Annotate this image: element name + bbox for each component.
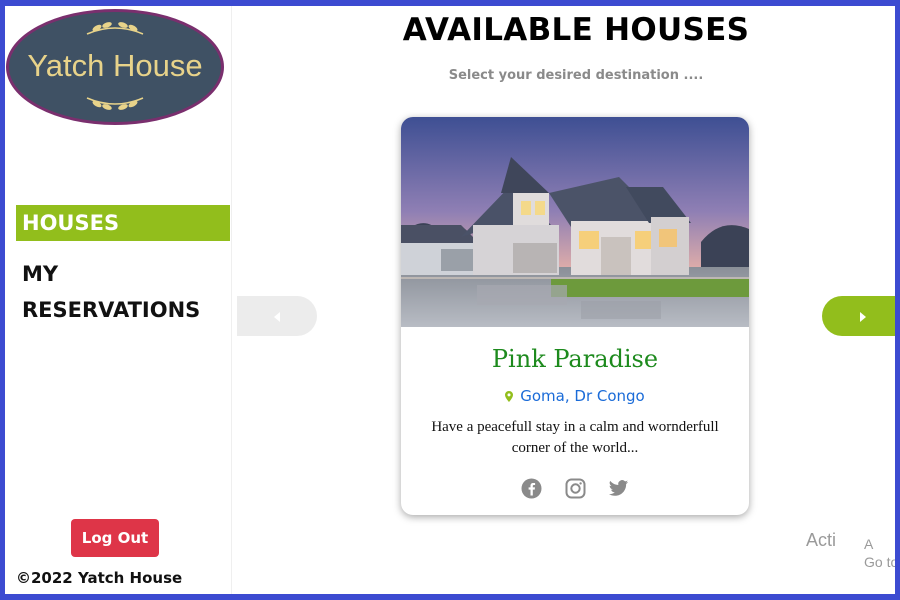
page-title: AVAILABLE HOUSES [402,12,750,48]
sidebar: Yatch House HOUSES MY RESERVATIONS Log O… [5,6,232,594]
twitter-icon[interactable] [608,478,629,504]
map-pin-icon [505,391,514,402]
house-card[interactable]: Pink Paradise Goma, Dr Congo Have a peac… [401,117,749,515]
carousel-prev-button[interactable] [237,296,317,336]
caret-right-icon [860,312,866,322]
activate-windows-partial: A [864,536,874,552]
house-location-text: Goma, Dr Congo [520,387,645,405]
page-subtitle: Select your desired destination .... [448,68,704,83]
carousel-next-button[interactable] [822,296,900,336]
copyright: ©2022 Yatch House [16,569,183,587]
activate-windows-subtext: Go to [864,554,899,570]
sidebar-item-my-reservations[interactable]: MY RESERVATIONS [16,256,230,322]
house-description: Have a peacefull stay in a calm and worn… [431,419,719,456]
laurel-bottom-icon [86,97,144,110]
caret-left-icon [274,312,280,322]
house-title: Pink Paradise [491,345,659,373]
instagram-icon[interactable] [565,478,586,504]
social-links [401,478,749,504]
logout-button[interactable]: Log Out [71,519,159,557]
logo[interactable]: Yatch House [6,9,224,125]
sidebar-item-houses[interactable]: HOUSES [16,205,230,241]
facebook-icon[interactable] [521,478,542,504]
laurel-top-icon [86,22,144,35]
house-location: Goma, Dr Congo [401,387,749,405]
house-photo [401,117,749,327]
activate-windows-text: Acti [806,530,837,550]
logo-text: Yatch House [27,48,203,83]
